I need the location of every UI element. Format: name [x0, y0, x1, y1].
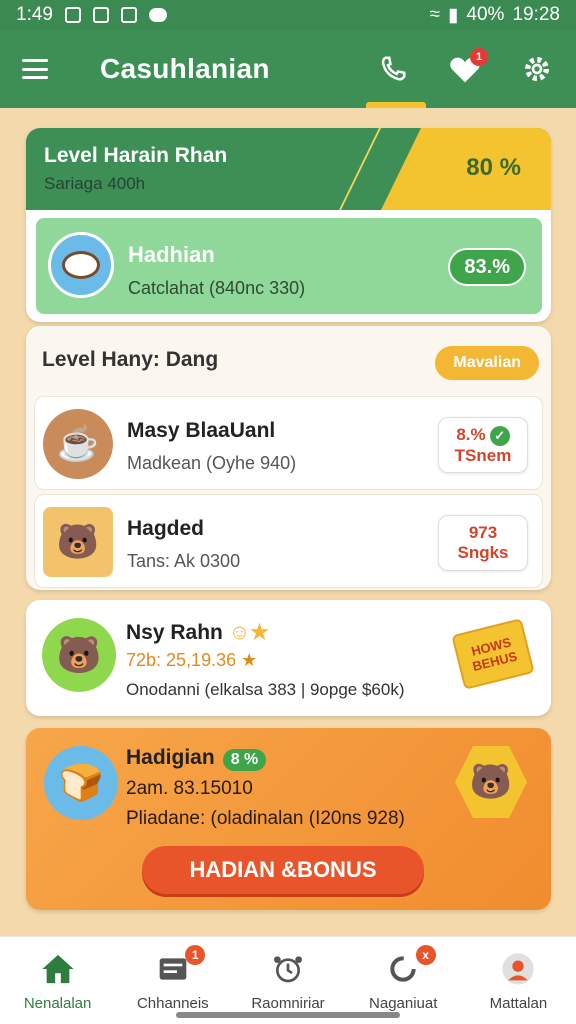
heart-icon[interactable]: 1 [448, 48, 488, 86]
nav-label: Mattalan [489, 995, 548, 1012]
star-icon: ★ [241, 650, 258, 670]
nav-badge: 1 [185, 945, 206, 965]
highlight-row[interactable]: Hadhian Catclahat (840nc 330) 83.% [34, 216, 544, 316]
settings-icon[interactable] [520, 52, 554, 86]
nav-item-home[interactable]: Nenalalan [0, 937, 115, 1024]
storage-icon [92, 7, 109, 23]
beaver-icon: 🐻 [42, 618, 116, 692]
home-indicator [176, 1012, 400, 1018]
promo-card[interactable]: 🍞 Hadigian 8 % 2am. 83.15010 Pliadane: (o… [26, 728, 551, 910]
tab-indicator [366, 102, 426, 108]
nav-item-profile[interactable]: Mattalan [461, 937, 576, 1024]
coffee-icon: ☕ [43, 409, 113, 479]
badge-value: 973 [468, 523, 498, 542]
battery-text: 40% [466, 4, 505, 25]
section-title: Level Hany: Dang [42, 348, 219, 371]
list-item-badge[interactable]: 973 Sngks [438, 515, 528, 571]
promo-meta: 2am. 83.15010 [126, 778, 253, 799]
lock-icon [64, 7, 81, 23]
promo-title: Hadigian 8 % [126, 746, 267, 771]
nav-item-refresh[interactable]: x Naganiuat [346, 937, 461, 1024]
toast-icon: 🍞 [44, 746, 118, 820]
status-time-right: 19:28 [512, 4, 560, 25]
featured-subtitle: Onodanni (elkalsa 383 | 9opge $60k) [126, 680, 405, 699]
bonus-tag[interactable]: HOWS BEHUS [451, 618, 535, 690]
promo-subtitle: Pliadane: (oladinalan (I20ns 928) [126, 808, 405, 829]
highlight-percent-badge: 83.% [448, 248, 526, 286]
level-title: Level Harain Rhan [44, 144, 228, 167]
level-percent: 80 % [466, 154, 521, 181]
nav-label: Raomniriar [251, 995, 325, 1012]
list-item-title: Masy BlaaUanl [127, 419, 276, 442]
featured-meta: 72b: 25,19.36 ★ [126, 650, 257, 671]
list-item-badge[interactable]: 8.% ✓ TSnem [438, 417, 528, 473]
badge-label: Sngks [457, 543, 509, 562]
chat-icon [148, 8, 167, 22]
notification-badge: 1 [470, 48, 488, 66]
bear-icon: 🐻 [455, 746, 527, 818]
nav-label: Nenalalan [23, 995, 92, 1012]
badge-value: 8.% [456, 424, 486, 444]
featured-title-text: Nsy Rahn [126, 621, 223, 644]
bonus-cta-button[interactable]: HADIAN &BONUS [142, 846, 424, 894]
badge-label: TSnem [454, 445, 512, 465]
highlight-title: Hadhian [128, 242, 215, 267]
wifi-icon: ≈ [429, 4, 440, 25]
list-item-subtitle: Tans: Ak 0300 [127, 551, 241, 571]
list-item[interactable]: 🐻 Hagded Tans: Ak 0300 973 Sngks [34, 494, 543, 588]
status-time-left: 1:49 [16, 4, 53, 25]
nav-badge: x [415, 945, 436, 965]
star-icon: ★ [250, 621, 269, 644]
nav-label: Chhanneis [136, 995, 209, 1012]
nav-item-channels[interactable]: 1 Chhanneis [115, 937, 230, 1024]
promo-title-text: Hadigian [126, 746, 215, 769]
egg-icon [48, 232, 114, 298]
list-item[interactable]: ☕ Masy BlaaUanl Madkean (Oyhe 940) 8.% ✓ … [34, 396, 543, 490]
featured-title: Nsy Rahn ☺★ [126, 620, 269, 645]
phone-icon[interactable] [376, 52, 410, 86]
beaver-icon: 🐻 [43, 507, 113, 577]
image-icon [120, 7, 137, 23]
signal-icon: ▮ [447, 4, 459, 26]
status-bar: 1:49 ≈ ▮ 40% 19:28 [0, 0, 576, 30]
level-subtitle: Sariaga 400h [44, 174, 146, 193]
check-icon: ✓ [489, 425, 510, 446]
menu-icon[interactable] [22, 59, 48, 79]
daily-section: Level Hany: Dang Mavalian ☕ Masy BlaaUan… [26, 326, 551, 590]
highlight-subtitle: Catclahat (840nc 330) [128, 278, 306, 298]
nav-item-alarm[interactable]: Raomniriar [230, 937, 345, 1024]
featured-item-card[interactable]: 🐻 Nsy Rahn ☺★ 72b: 25,19.36 ★ Onodanni (… [26, 600, 551, 716]
level-card[interactable]: Level Harain Rhan Sariaga 400h 80 % Hadh… [26, 128, 551, 322]
promo-percent-badge: 8 % [222, 749, 267, 771]
featured-meta-text: 72b: 25,19.36 [126, 650, 237, 670]
home-icon [40, 951, 76, 987]
list-item-title: Hagded [127, 517, 205, 540]
bottom-nav: Nenalalan 1 Chhanneis Raomniriar x Nagan… [0, 936, 576, 1024]
alarm-icon [270, 951, 306, 987]
app-title: Casuhlanian [100, 53, 270, 84]
nav-label: Naganiuat [369, 995, 438, 1012]
list-item-subtitle: Madkean (Oyhe 940) [127, 453, 297, 473]
profile-icon [500, 951, 536, 987]
section-action-button[interactable]: Mavalian [435, 346, 539, 380]
smile-icon: ☺ [228, 621, 251, 644]
app-bar: Casuhlanian 1 [0, 30, 576, 108]
